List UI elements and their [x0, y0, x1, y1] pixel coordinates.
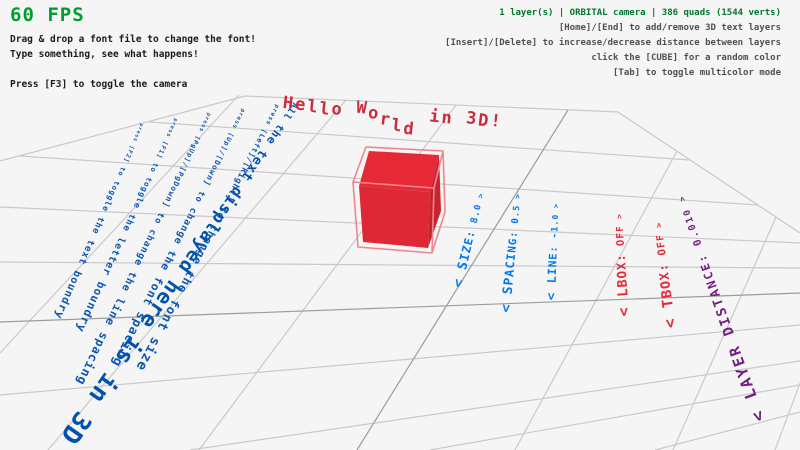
status-bar: 1 layer(s) | ORBITAL camera | 386 quads … — [445, 6, 781, 21]
instruction-gap — [10, 62, 256, 77]
status-block: 1 layer(s) | ORBITAL camera | 386 quads … — [445, 6, 781, 81]
instructions-block: Drag & drop a font file to change the fo… — [10, 32, 256, 92]
hint-line-2: [Insert]/[Delete] to increase/decrease d… — [445, 36, 781, 51]
hint-line-3: click the [CUBE] for a random color — [445, 51, 781, 66]
hint-line-1: [Home]/[End] to add/remove 3D text layer… — [445, 21, 781, 36]
instruction-line-1: Drag & drop a font file to change the fo… — [10, 32, 256, 47]
instruction-line-3: Press [F3] to toggle the camera — [10, 77, 256, 92]
instruction-line-2: Type something, see what happens! — [10, 47, 256, 62]
hint-line-4: [Tab] to toggle multicolor mode — [445, 66, 781, 81]
text3d-demo-window: All the text displayed here is in 3D pre… — [0, 0, 800, 450]
fps-counter: 60 FPS — [10, 8, 85, 23]
